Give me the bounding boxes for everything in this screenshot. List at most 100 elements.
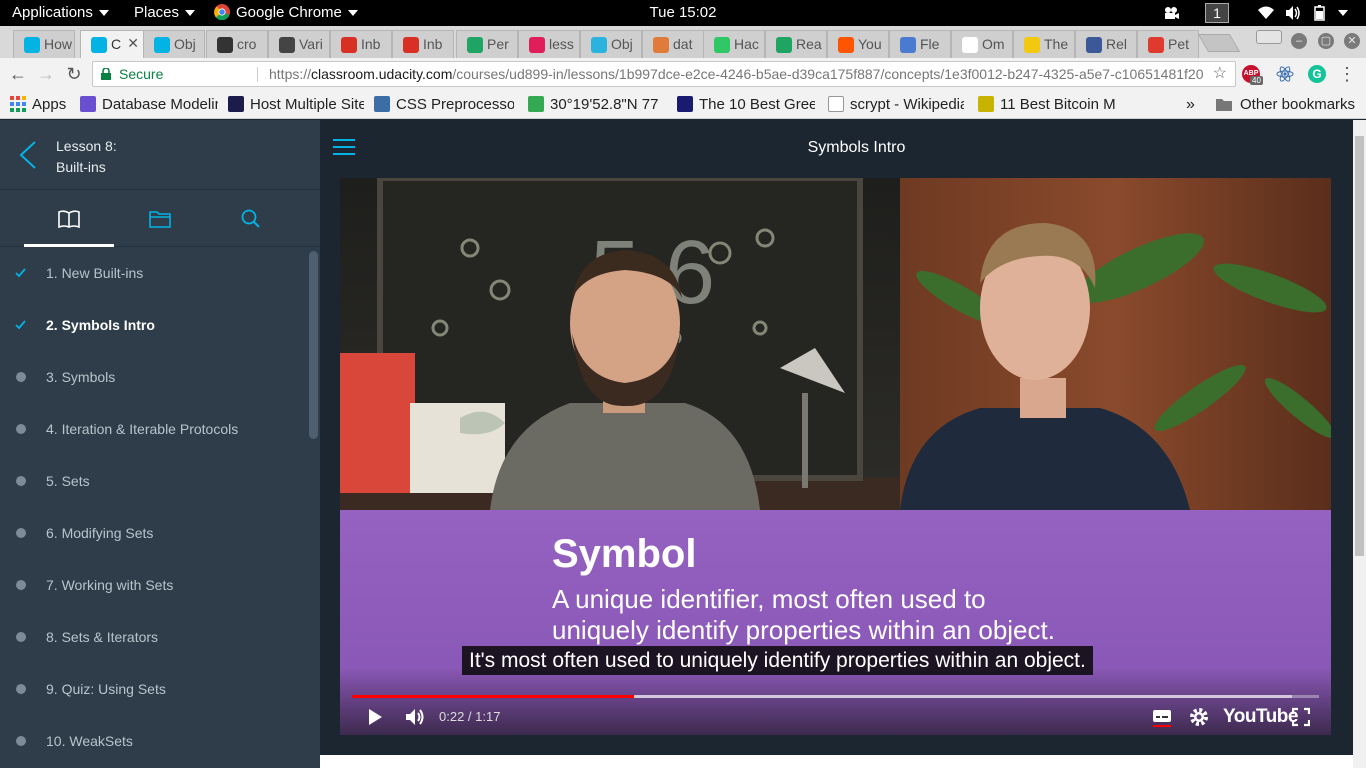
page-scrollbar-thumb[interactable] [1355, 136, 1364, 556]
tab-favicon-icon [467, 37, 483, 53]
chevron-left-icon[interactable] [18, 140, 38, 170]
tab-strip: How C ✕ Obj cro Vari Inb Inb Per less Obj dat Hac Rea… [0, 26, 1366, 58]
browser-tab[interactable]: How [13, 30, 75, 58]
adblock-badge: 40 [1250, 76, 1263, 85]
sidebar-scrollbar[interactable] [309, 251, 318, 439]
profile-icon[interactable] [1256, 30, 1282, 44]
video-camera-icon[interactable] [1163, 5, 1179, 21]
app-menu-chrome[interactable]: Google Chrome [214, 0, 358, 26]
concept-label: 2. Symbols Intro [46, 317, 155, 333]
tab-favicon-icon [838, 37, 854, 53]
concept-item[interactable]: 1. New Built-ins [0, 247, 306, 299]
bookmark-favicon-icon [978, 96, 994, 112]
bookmark-item[interactable]: CSS Preprocesso [374, 95, 514, 115]
concept-item[interactable]: 7. Working with Sets [0, 559, 306, 611]
react-devtools-icon[interactable] [1276, 65, 1294, 83]
concept-item[interactable]: 8. Sets & Iterators [0, 611, 306, 663]
video-player[interactable]: 5 6 Symbol A unique identifier, most oft… [340, 178, 1331, 735]
minimize-icon[interactable]: – [1291, 33, 1307, 49]
browser-tab[interactable]: Om [951, 30, 1013, 58]
youtube-logo[interactable]: YouTube [1223, 706, 1298, 728]
tab-concepts[interactable] [24, 191, 114, 247]
browser-tab[interactable]: Per [456, 30, 518, 58]
bookmark-item[interactable]: 30°19'52.8"N 77 [528, 95, 664, 115]
browser-tab[interactable]: You [827, 30, 889, 58]
browser-tab[interactable]: Obj [580, 30, 642, 58]
video-progress-bar[interactable] [352, 695, 1319, 698]
wifi-icon[interactable] [1258, 5, 1274, 21]
browser-tab[interactable]: less [518, 30, 580, 58]
page-scrollbar[interactable] [1353, 120, 1366, 768]
browser-tab[interactable]: Vari [268, 30, 330, 58]
workspace-indicator[interactable]: 1 [1205, 3, 1229, 23]
bookmark-item[interactable]: Host Multiple Site [228, 95, 364, 115]
bookmark-star-icon[interactable]: ☆ [1213, 62, 1227, 86]
browser-tab[interactable]: Rel [1075, 30, 1137, 58]
volume-icon[interactable] [1285, 5, 1301, 21]
concept-item[interactable]: 6. Modifying Sets [0, 507, 306, 559]
concept-label: 7. Working with Sets [46, 577, 174, 593]
browser-tab[interactable]: Hac [703, 30, 765, 58]
bookmark-item[interactable]: Database Modelin [80, 95, 218, 115]
grammarly-icon[interactable]: G [1308, 65, 1326, 83]
close-window-icon[interactable]: ✕ [1344, 33, 1360, 49]
lesson-title: Built-ins [56, 159, 106, 175]
bookmark-item[interactable]: The 10 Best Gree [677, 95, 815, 115]
search-icon [241, 209, 260, 228]
browser-tab[interactable]: Rea [765, 30, 827, 58]
tab-title: How [44, 36, 73, 52]
bookmark-apps[interactable]: Apps [10, 95, 66, 115]
concept-item[interactable]: 4. Iteration & Iterable Protocols [0, 403, 306, 455]
battery-icon[interactable] [1312, 5, 1328, 21]
tab-title: Fle [920, 36, 940, 52]
concept-item[interactable]: 2. Symbols Intro [0, 299, 306, 351]
places-menu[interactable]: Places [134, 0, 196, 26]
browser-tab[interactable]: The [1013, 30, 1075, 58]
app-menu-label: Google Chrome [236, 4, 342, 21]
maximize-icon[interactable]: ▢ [1318, 33, 1334, 49]
close-tab-icon[interactable]: ✕ [127, 35, 139, 52]
browser-tab[interactable]: Fle [889, 30, 951, 58]
other-bookmarks-folder[interactable]: Other bookmarks [1216, 95, 1355, 115]
reload-icon[interactable]: ↻ [63, 64, 85, 84]
bookmark-item[interactable]: 11 Best Bitcoin M [978, 95, 1116, 115]
folder-icon [1216, 99, 1232, 111]
tab-favicon-icon [1024, 37, 1040, 53]
concept-item[interactable]: 3. Symbols [0, 351, 306, 403]
new-tab-button[interactable] [1197, 34, 1241, 52]
tab-title: Inb [423, 36, 443, 52]
play-icon[interactable] [366, 706, 384, 728]
browser-tab[interactable]: cro [206, 30, 268, 58]
browser-tab[interactable]: Obj [143, 30, 205, 58]
concept-item[interactable]: 9. Quiz: Using Sets [0, 663, 306, 715]
checkmark-icon [15, 268, 26, 278]
subtitles-icon[interactable] [1152, 706, 1172, 728]
tab-favicon-icon [591, 37, 607, 53]
concept-label: 1. New Built-ins [46, 265, 144, 281]
browser-tab[interactable]: Pet [1137, 30, 1199, 58]
clock[interactable]: Tue 15:02 [0, 0, 1366, 26]
bookmarks-overflow-button[interactable]: » [1186, 95, 1195, 115]
tab-search[interactable] [206, 191, 296, 247]
fullscreen-icon[interactable] [1292, 706, 1310, 728]
bookmark-favicon-icon [80, 96, 96, 112]
browser-tab[interactable]: dat [642, 30, 704, 58]
concept-item[interactable]: 5. Sets [0, 455, 306, 507]
back-arrow-icon[interactable]: ← [7, 64, 29, 84]
address-bar[interactable]: Secure https://classroom.udacity.com/cou… [92, 61, 1236, 87]
tab-resources[interactable] [115, 191, 205, 247]
tab-title: Per [487, 36, 509, 52]
volume-icon[interactable] [404, 706, 426, 728]
settings-gear-icon[interactable] [1188, 706, 1210, 728]
chrome-menu-icon[interactable]: ⋮ [1336, 64, 1358, 84]
browser-tab[interactable]: C ✕ [80, 30, 146, 58]
forward-arrow-icon[interactable]: → [35, 64, 57, 84]
browser-tab[interactable]: Inb [330, 30, 392, 58]
concept-item[interactable]: 10. WeakSets [0, 715, 306, 767]
applications-menu[interactable]: Applications [12, 0, 109, 26]
browser-tab[interactable]: Inb [392, 30, 454, 58]
concept-list: 1. New Built-ins 2. Symbols Intro 3. Symbo… [0, 247, 320, 768]
url-scheme: https:// [269, 66, 312, 82]
system-menu[interactable] [1332, 0, 1348, 26]
bookmark-item[interactable]: scrypt - Wikipedia [828, 95, 964, 115]
